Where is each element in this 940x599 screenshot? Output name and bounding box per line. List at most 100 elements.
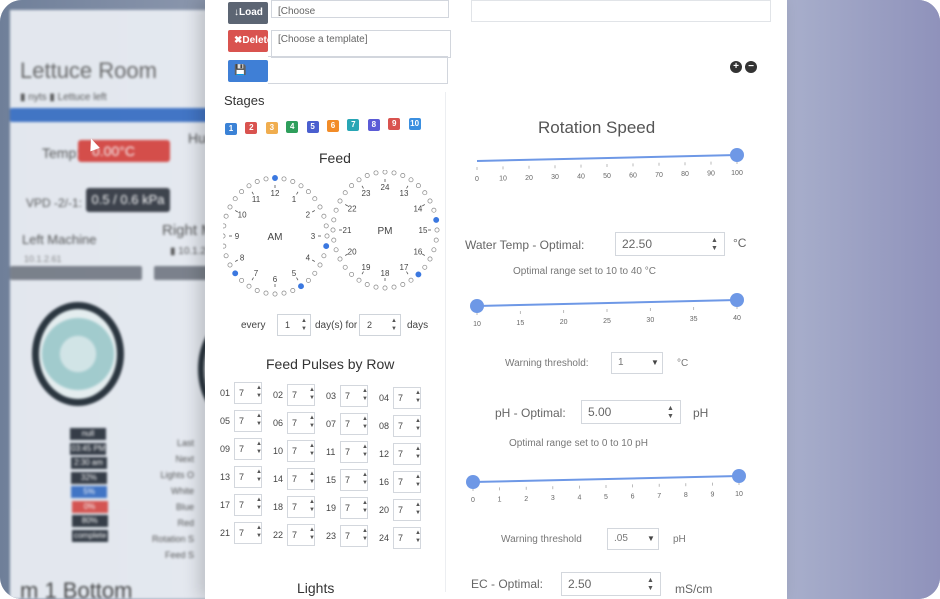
- feed-am-slot[interactable]: [272, 175, 278, 181]
- pulse-spinner-icon[interactable]: ▲ ▼: [362, 387, 368, 403]
- ph-range-slider[interactable]: 0 1 2 3 4 5 6 7 8 9 10: [466, 467, 746, 507]
- ph-spinner-icon[interactable]: ▲ ▼: [667, 405, 674, 421]
- pulse-spinner-icon[interactable]: ▲ ▼: [415, 445, 421, 461]
- pulse-spinner-icon[interactable]: ▲ ▼: [362, 415, 368, 431]
- stage-chip-9[interactable]: 9: [388, 118, 401, 131]
- pulse-spinner-icon[interactable]: ▲ ▼: [309, 526, 315, 542]
- stage-chip-10[interactable]: 10: [408, 117, 421, 130]
- ph-slider-handle[interactable]: [466, 475, 480, 489]
- feed-clock-dials[interactable]: 121234567891011AM24131415161718192021222…: [223, 170, 451, 302]
- feed-am-slot[interactable]: [321, 253, 327, 259]
- feed-am-slot[interactable]: [312, 270, 318, 276]
- feed-am-slot[interactable]: [246, 283, 252, 289]
- feed-am-slot[interactable]: [290, 179, 296, 184]
- pulse-spinner-icon[interactable]: ▲ ▼: [309, 386, 315, 402]
- feed-pm-slot[interactable]: [342, 264, 348, 270]
- feed-am-slot[interactable]: [317, 262, 323, 268]
- feed-am-slot[interactable]: [223, 223, 227, 229]
- duration-days-spinner-icon[interactable]: ▲ ▼: [391, 317, 398, 333]
- pulse-spinner-icon[interactable]: ▲ ▼: [256, 496, 262, 512]
- template-name-field[interactable]: [471, 0, 771, 22]
- pulse-spinner-icon[interactable]: ▲ ▼: [309, 498, 315, 514]
- feed-pm-slot[interactable]: [431, 247, 437, 253]
- feed-pm-slot[interactable]: [408, 277, 414, 283]
- duration-days-input[interactable]: 2 ▲ ▼: [359, 314, 401, 336]
- feed-pm-slot[interactable]: [415, 183, 421, 189]
- feed-pm-slot[interactable]: [382, 170, 388, 175]
- stage-chip-1[interactable]: 1: [225, 123, 237, 135]
- feed-pm-slot[interactable]: [373, 170, 379, 176]
- feed-am-slot[interactable]: [305, 189, 311, 195]
- water-slider-track[interactable]: [476, 299, 738, 307]
- feed-pm-slot[interactable]: [422, 190, 428, 196]
- feed-am-slot[interactable]: [232, 196, 238, 202]
- feed-am-slot[interactable]: [239, 189, 245, 195]
- ph-slider-handle[interactable]: [732, 469, 746, 483]
- feed-pm-slot[interactable]: [333, 247, 339, 253]
- feed-am-slot[interactable]: [272, 291, 278, 297]
- water-temp-spinner-icon[interactable]: ▲ ▼: [711, 237, 718, 253]
- feed-pm-slot[interactable]: [431, 207, 437, 213]
- feed-pm-slot[interactable]: [422, 264, 428, 270]
- feed-pm-slot[interactable]: [356, 277, 362, 283]
- pulse-spinner-icon[interactable]: ▲ ▼: [309, 442, 315, 458]
- feed-pm-slot[interactable]: [364, 173, 370, 178]
- feed-pm-slot[interactable]: [382, 285, 388, 291]
- water-slider-handle[interactable]: [470, 299, 484, 313]
- remove-stage-icon[interactable]: −: [745, 61, 757, 73]
- feed-am-slot[interactable]: [246, 183, 252, 189]
- feed-pm-slot[interactable]: [400, 173, 406, 178]
- feed-pm-slot[interactable]: [434, 227, 440, 233]
- ec-input[interactable]: 2.50 ▲ ▼: [561, 572, 661, 596]
- pulse-spinner-icon[interactable]: ▲ ▼: [309, 414, 315, 430]
- pulse-spinner-icon[interactable]: ▲ ▼: [256, 468, 262, 484]
- feed-am-slot[interactable]: [281, 176, 287, 182]
- pulse-spinner-icon[interactable]: ▲ ▼: [415, 389, 421, 405]
- feed-pm-slot[interactable]: [337, 198, 343, 204]
- feed-pm-slot[interactable]: [364, 282, 370, 287]
- every-days-spinner-icon[interactable]: ▲ ▼: [301, 317, 308, 333]
- ph-input[interactable]: 5.00 ▲ ▼: [581, 400, 681, 424]
- feed-am-slot[interactable]: [223, 243, 227, 249]
- water-warning-caret-icon[interactable]: ▼: [651, 358, 659, 367]
- feed-am-slot[interactable]: [323, 223, 329, 229]
- feed-am-slot[interactable]: [223, 253, 229, 259]
- template-select[interactable]: [Choose a template]: [271, 30, 451, 58]
- feed-pm-slot[interactable]: [342, 190, 348, 196]
- feed-pm-slot[interactable]: [349, 271, 355, 277]
- load-template-select[interactable]: [Choose: [271, 0, 449, 18]
- feed-pm-slot[interactable]: [433, 216, 440, 223]
- ph-warning-caret-icon[interactable]: ▼: [647, 534, 655, 543]
- feed-am-slot[interactable]: [298, 283, 304, 290]
- feed-pm-slot[interactable]: [337, 256, 343, 262]
- pulse-spinner-icon[interactable]: ▲ ▼: [256, 440, 262, 456]
- stage-chip-4[interactable]: 4: [286, 121, 299, 134]
- add-stage-icon[interactable]: +: [730, 61, 742, 73]
- water-temp-input[interactable]: 22.50 ▲ ▼: [615, 232, 725, 256]
- feed-pm-slot[interactable]: [391, 284, 397, 290]
- feed-am-slot[interactable]: [232, 270, 239, 277]
- feed-pm-slot[interactable]: [356, 177, 362, 183]
- feed-pm-slot[interactable]: [333, 207, 339, 213]
- feed-am-slot[interactable]: [263, 176, 269, 182]
- stage-chip-2[interactable]: 2: [245, 122, 258, 135]
- feed-pm-slot[interactable]: [331, 217, 337, 223]
- feed-pm-slot[interactable]: [427, 256, 433, 262]
- feed-am-slot[interactable]: [290, 288, 296, 293]
- feed-am-slot[interactable]: [254, 179, 260, 184]
- feed-pm-slot[interactable]: [349, 183, 355, 189]
- stage-chip-6[interactable]: 6: [327, 120, 339, 132]
- pulse-spinner-icon[interactable]: ▲ ▼: [362, 499, 368, 515]
- feed-am-slot[interactable]: [305, 277, 311, 283]
- feed-pm-slot[interactable]: [391, 170, 397, 176]
- pulse-spinner-icon[interactable]: ▲ ▼: [362, 471, 368, 487]
- feed-pm-slot[interactable]: [415, 271, 422, 278]
- feed-am-slot[interactable]: [239, 277, 245, 283]
- feed-am-slot[interactable]: [324, 233, 330, 239]
- rotation-slider-handle[interactable]: [730, 148, 744, 162]
- feed-pm-slot[interactable]: [433, 237, 439, 243]
- feed-am-slot[interactable]: [281, 290, 287, 296]
- feed-pm-slot[interactable]: [331, 237, 337, 243]
- load-button[interactable]: ↓Load: [228, 2, 268, 24]
- feed-am-slot[interactable]: [227, 262, 233, 268]
